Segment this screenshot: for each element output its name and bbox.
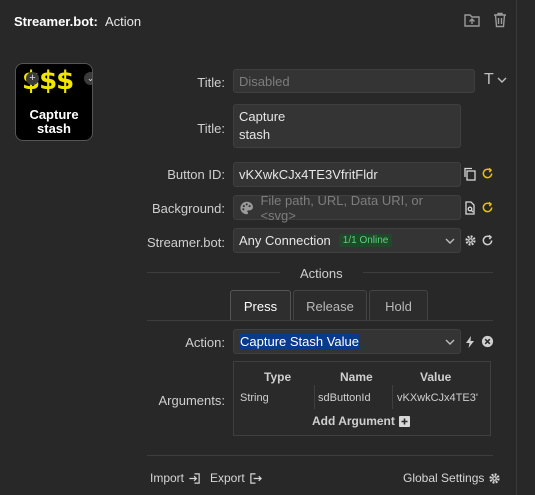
column-header-name: Name (340, 370, 373, 384)
import-label: Import (150, 471, 185, 485)
add-argument-label: Add Argument (312, 414, 395, 428)
background-placeholder: File path, URL, Data URI, or <svg> (260, 192, 423, 223)
header-title: Streamer.bot: (14, 14, 98, 29)
title-text-line1: Capture (239, 109, 286, 124)
chevron-down-icon (497, 77, 507, 83)
add-argument-button[interactable]: Add Argument (312, 414, 410, 428)
trash-icon[interactable] (491, 11, 509, 29)
action-label: Action: (185, 335, 225, 350)
chevron-down-icon (445, 339, 455, 345)
tab-hold[interactable]: Hold (369, 290, 428, 321)
tabs-divider (147, 320, 493, 321)
export-icon (249, 472, 262, 484)
column-divider (392, 385, 393, 409)
button-preview[interactable]: $$$ + ⌄ Capture stash (15, 63, 93, 141)
button-id-label: Button ID: (167, 167, 225, 182)
lightning-icon[interactable] (463, 335, 477, 349)
refresh-icon[interactable] (480, 167, 494, 181)
online-badge: 1/1 Online (338, 234, 393, 247)
preview-label-line2: stash (37, 121, 71, 136)
title-text-area[interactable]: Capture stash (233, 104, 461, 148)
gear-icon (489, 472, 500, 484)
export-button[interactable]: Export (210, 471, 262, 485)
column-divider (314, 385, 315, 409)
text-format-icon[interactable]: T (484, 71, 507, 89)
column-header-value: Value (420, 370, 452, 384)
actions-section-title: Actions (280, 266, 363, 281)
chevron-down-icon[interactable]: ⌄ (84, 72, 92, 85)
chevron-down-icon (445, 238, 455, 244)
arguments-table: Type Name Value String sdButtonId vKXwkC… (233, 361, 491, 436)
right-divider (516, 0, 517, 495)
action-value: Capture Stash Value (239, 334, 360, 349)
refresh-icon[interactable] (480, 234, 494, 248)
argument-value-cell[interactable]: vKXwkCJx4TE3' (397, 392, 478, 404)
preview-label-line1: Capture (29, 107, 79, 122)
background-label: Background: (152, 201, 225, 216)
copy-icon[interactable] (463, 167, 477, 181)
clear-icon[interactable] (480, 335, 494, 349)
argument-type-cell[interactable]: String (240, 392, 269, 404)
global-settings-label: Global Settings (403, 471, 485, 485)
gear-icon[interactable] (463, 234, 477, 248)
column-header-type: Type (264, 370, 292, 384)
text-format-glyph: T (484, 71, 494, 88)
streamerbot-label: Streamer.bot: (146, 235, 225, 250)
argument-name-cell[interactable]: sdButtonId (318, 392, 371, 404)
import-button[interactable]: Import (150, 471, 201, 485)
title-text-line2: stash (239, 127, 271, 142)
plus-square-icon (398, 415, 410, 427)
connection-value: Any Connection (239, 233, 331, 248)
arguments-label: Arguments: (158, 393, 225, 408)
global-settings-button[interactable]: Global Settings (403, 471, 501, 485)
tab-release[interactable]: Release (293, 290, 367, 321)
refresh-icon[interactable] (480, 201, 494, 215)
connection-select[interactable]: Any Connection 1/1 Online (233, 228, 461, 253)
header-subtitle: Action (105, 14, 142, 29)
tab-press[interactable]: Press (230, 290, 291, 321)
action-select[interactable]: Capture Stash Value (233, 329, 461, 354)
export-label: Export (210, 471, 245, 485)
import-icon (189, 472, 200, 484)
title-label: Title: (197, 75, 225, 90)
plus-icon[interactable]: + (26, 72, 39, 85)
button-id-input[interactable]: vKXwkCJx4TE3VfritFldr (233, 162, 461, 187)
title-label-2: Title: (197, 121, 225, 136)
background-input[interactable]: File path, URL, Data URI, or <svg> (233, 192, 461, 223)
footer-divider (147, 455, 493, 456)
title-input[interactable]: Disabled (233, 69, 475, 93)
palette-icon (240, 201, 253, 214)
file-search-icon[interactable] (463, 201, 477, 215)
folder-icon[interactable] (463, 11, 481, 29)
preview-label: Capture stash (16, 108, 92, 136)
